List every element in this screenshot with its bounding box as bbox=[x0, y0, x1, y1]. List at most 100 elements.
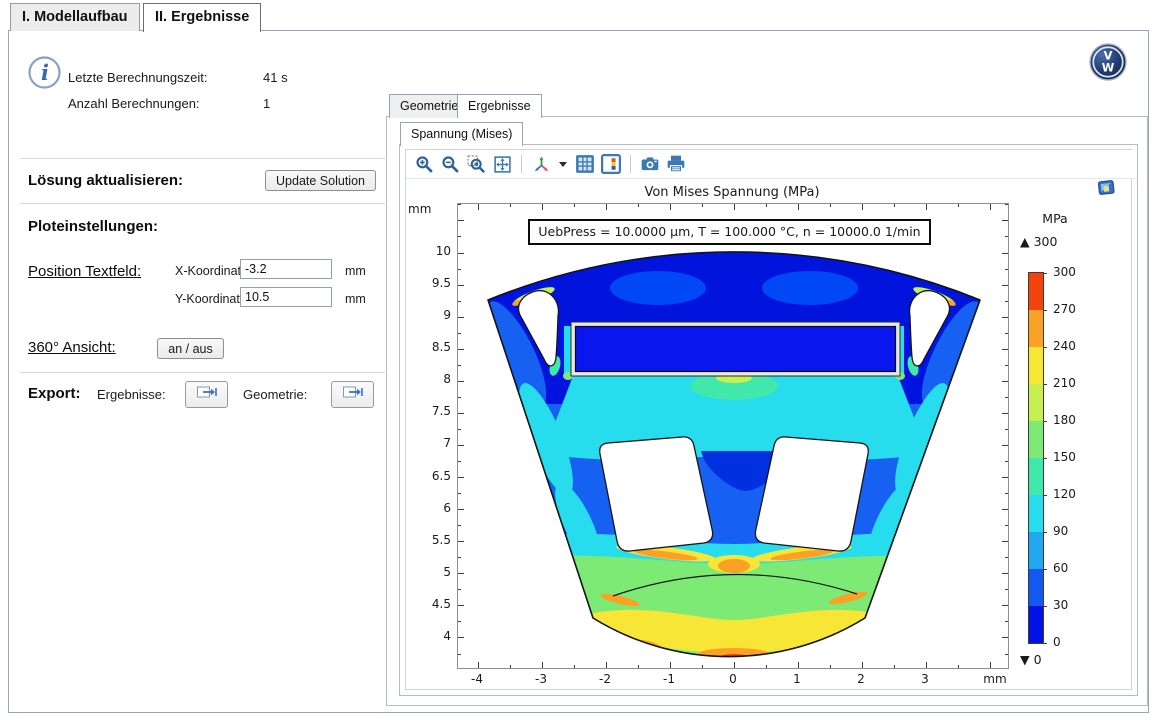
export-icon bbox=[196, 384, 218, 405]
x-axis-tick bbox=[670, 662, 671, 668]
x-axis-tick bbox=[606, 204, 607, 210]
y-axis-tick-label: 4.5 bbox=[399, 597, 451, 611]
y-axis-tick bbox=[458, 557, 461, 558]
x-axis-tick bbox=[638, 204, 639, 207]
y-coordinate-label: Y-Koordinate: bbox=[175, 292, 250, 306]
colorbar-segment bbox=[1029, 458, 1043, 495]
plot-window-icon[interactable] bbox=[1096, 177, 1117, 203]
x-axis-tick bbox=[926, 204, 927, 210]
y-coordinate-input[interactable] bbox=[240, 287, 332, 307]
y-axis-tick-label: 6.5 bbox=[399, 469, 451, 483]
y-axis-tick bbox=[1005, 236, 1008, 237]
colorbar-segment bbox=[1029, 606, 1043, 643]
zoom-out-icon[interactable] bbox=[440, 154, 460, 174]
legend-icon[interactable] bbox=[601, 154, 621, 174]
y-axis-tick bbox=[458, 253, 464, 254]
tab-ergebnisse-view[interactable]: Ergebnisse bbox=[457, 94, 542, 118]
x-axis-tick bbox=[766, 204, 767, 207]
colorbar-tick-label: 300 bbox=[1053, 265, 1076, 279]
update-solution-label: Lösung aktualisieren: bbox=[28, 172, 183, 189]
y-axis-tick bbox=[458, 269, 461, 270]
y-axis-tick bbox=[458, 301, 461, 302]
x-axis-tick bbox=[990, 662, 991, 668]
grid-icon[interactable] bbox=[575, 154, 595, 174]
colorbar-segment bbox=[1029, 421, 1043, 458]
tab-ergebnisse[interactable]: II. Ergebnisse bbox=[143, 3, 261, 32]
y-unit-label: mm bbox=[345, 292, 366, 306]
y-axis-tick bbox=[458, 445, 464, 446]
x-axis-tick-label: 1 bbox=[777, 672, 817, 686]
graphics-toolbar bbox=[406, 150, 1137, 179]
colorbar-segment bbox=[1029, 384, 1043, 421]
y-axis-tick bbox=[458, 381, 464, 382]
view-360-toggle-button[interactable]: an / aus bbox=[157, 338, 224, 359]
x-axis-tick bbox=[894, 204, 895, 207]
x-axis-unit-label: mm bbox=[975, 672, 1015, 686]
y-axis-tick bbox=[458, 654, 461, 655]
y-axis-tick-label: 8.5 bbox=[399, 340, 451, 354]
print-icon[interactable] bbox=[666, 154, 686, 174]
application-window: I. Modellaufbau II. Ergebnisse i Letzte … bbox=[0, 0, 1157, 720]
x-axis-tick bbox=[734, 662, 735, 668]
view-orientation-icon[interactable] bbox=[531, 154, 551, 174]
y-axis-tick bbox=[1005, 301, 1008, 302]
colorbar-tick bbox=[1043, 495, 1047, 496]
export-results-button[interactable] bbox=[185, 381, 228, 408]
y-axis-tick bbox=[1002, 445, 1008, 446]
colorbar-tick-label: 240 bbox=[1053, 339, 1076, 353]
x-axis-tick bbox=[574, 204, 575, 207]
y-axis-tick bbox=[458, 477, 464, 478]
plot-settings-heading: Ploteinstellungen: bbox=[28, 218, 158, 235]
export-geometry-label: Geometrie: bbox=[243, 387, 307, 402]
stress-plot-canvas[interactable] bbox=[457, 203, 1009, 669]
info-icon: i bbox=[28, 56, 61, 94]
y-axis-tick bbox=[1005, 525, 1008, 526]
zoom-extents-icon[interactable] bbox=[492, 154, 512, 174]
y-axis-tick bbox=[1005, 654, 1008, 655]
zoom-in-icon[interactable] bbox=[414, 154, 434, 174]
y-axis-tick bbox=[1002, 220, 1008, 221]
x-axis-tick-label: 0 bbox=[713, 672, 753, 686]
x-axis-tick bbox=[830, 665, 831, 668]
tab-spannung-mises[interactable]: Spannung (Mises) bbox=[400, 122, 523, 146]
x-axis-tick-label: 3 bbox=[905, 672, 945, 686]
export-geometry-button[interactable] bbox=[331, 381, 374, 408]
colorbar-tick-label: 120 bbox=[1053, 487, 1076, 501]
y-axis-tick bbox=[1002, 381, 1008, 382]
snapshot-icon[interactable] bbox=[640, 154, 660, 174]
x-axis-tick bbox=[542, 662, 543, 668]
divider bbox=[20, 158, 385, 159]
colorbar-tick bbox=[1043, 532, 1047, 533]
colorbar-tick bbox=[1043, 569, 1047, 570]
y-axis-tick bbox=[458, 493, 461, 494]
y-axis-tick-label: 5 bbox=[399, 565, 451, 579]
colorbar-segment bbox=[1029, 495, 1043, 532]
x-axis-tick bbox=[958, 204, 959, 207]
y-axis-tick bbox=[458, 461, 461, 462]
y-axis-tick bbox=[1005, 621, 1008, 622]
vw-logo: V W bbox=[1089, 43, 1127, 86]
colorbar-segment bbox=[1029, 347, 1043, 384]
x-coordinate-input[interactable] bbox=[240, 259, 332, 279]
colorbar-tick-label: 180 bbox=[1053, 413, 1076, 427]
x-axis-tick bbox=[702, 204, 703, 207]
x-axis-tick bbox=[926, 662, 927, 668]
zoom-box-icon[interactable] bbox=[466, 154, 486, 174]
y-axis-tick bbox=[458, 397, 461, 398]
y-axis-tick bbox=[458, 573, 464, 574]
x-unit-label: mm bbox=[345, 264, 366, 278]
v-pocket-right bbox=[755, 437, 868, 551]
textfield-position-label: Position Textfeld: bbox=[28, 263, 141, 280]
y-axis-tick bbox=[1002, 477, 1008, 478]
colorbar-segment bbox=[1029, 532, 1043, 569]
y-axis-tick bbox=[458, 541, 464, 542]
y-axis-tick bbox=[1002, 573, 1008, 574]
svg-text:W: W bbox=[1102, 61, 1115, 75]
divider bbox=[20, 372, 385, 373]
x-axis-tick bbox=[734, 204, 735, 210]
calc-count-label: Anzahl Berechnungen: bbox=[68, 96, 200, 111]
colorbar-tick bbox=[1043, 384, 1047, 385]
dropdown-caret-icon[interactable] bbox=[557, 154, 569, 174]
tab-modellaufbau[interactable]: I. Modellaufbau bbox=[10, 3, 140, 31]
update-solution-button[interactable]: Update Solution bbox=[265, 170, 376, 191]
